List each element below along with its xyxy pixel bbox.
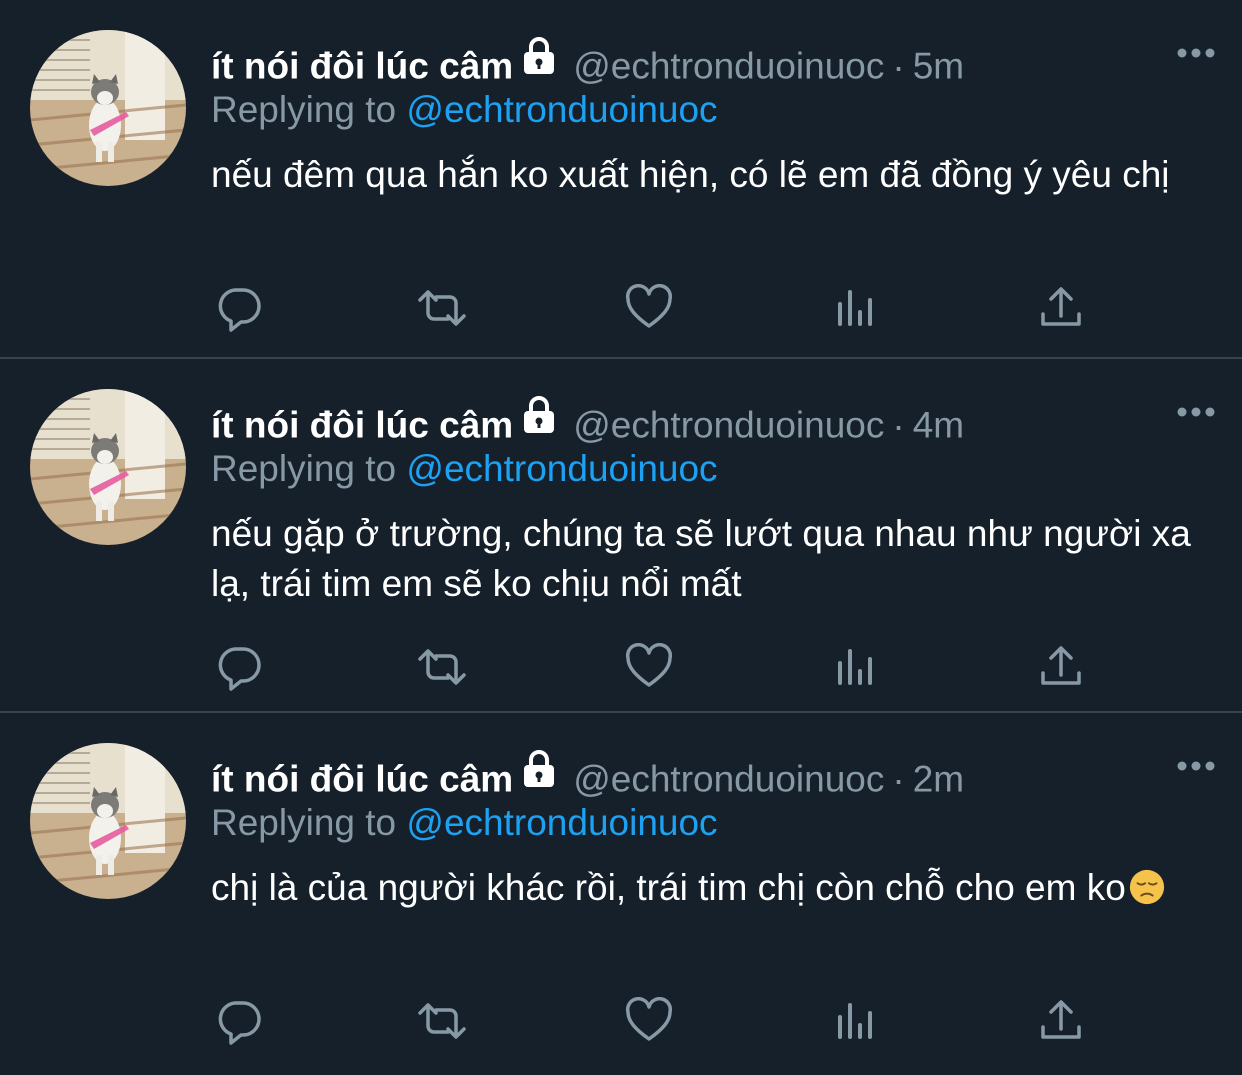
tweet-actions (211, 993, 1091, 1049)
retweet-icon[interactable] (414, 280, 470, 336)
share-icon[interactable] (1033, 639, 1089, 695)
separator: · (892, 45, 905, 87)
tweet-text: nếu gặp ở trường, chúng ta sẽ lướt qua n… (211, 513, 1191, 604)
timestamp[interactable]: 5m (913, 46, 964, 87)
tweet-text-content: chị là của người khác rồi, trái tim chị … (211, 867, 1126, 908)
replying-label: Replying to (211, 89, 397, 130)
tweet-header: ít nói đôi lúc câm @echtronduoinuoc · 4m (211, 395, 964, 446)
tweet[interactable]: ít nói đôi lúc câm @echtronduoinuoc · 5m Re… (0, 0, 1242, 359)
username[interactable]: @echtronduoinuoc (573, 405, 884, 446)
replying-label: Replying to (211, 448, 397, 489)
display-name[interactable]: ít nói đôi lúc câm (211, 405, 513, 446)
tweet-header: ít nói đôi lúc câm @echtronduoinuoc · 2m (211, 749, 964, 800)
reply-icon[interactable] (211, 280, 267, 336)
username[interactable]: @echtronduoinuoc (573, 759, 884, 800)
more-icon[interactable] (1176, 405, 1216, 423)
username[interactable]: @echtronduoinuoc (573, 46, 884, 87)
retweet-icon[interactable] (414, 639, 470, 695)
reply-icon[interactable] (211, 993, 267, 1049)
separator: · (892, 404, 905, 446)
reply-icon[interactable] (211, 639, 267, 695)
heart-icon[interactable] (621, 280, 677, 336)
replying-to: Replying to @echtronduoinuoc (211, 445, 718, 493)
replying-to: Replying to @echtronduoinuoc (211, 799, 718, 847)
timestamp[interactable]: 2m (913, 759, 964, 800)
separator: · (892, 758, 905, 800)
heart-icon[interactable] (621, 993, 677, 1049)
tweet-actions (211, 280, 1091, 336)
analytics-icon[interactable] (828, 993, 884, 1049)
mention-link[interactable]: @echtronduoinuoc (406, 802, 717, 843)
tweet-text: chị là của người khác rồi, trái tim chị … (211, 863, 1211, 919)
display-name[interactable]: ít nói đôi lúc câm (211, 46, 513, 87)
avatar[interactable] (30, 389, 186, 545)
analytics-icon[interactable] (828, 280, 884, 336)
more-icon[interactable] (1176, 46, 1216, 64)
heart-icon[interactable] (621, 639, 677, 695)
avatar[interactable] (30, 743, 186, 899)
share-icon[interactable] (1033, 280, 1089, 336)
tweet-actions (211, 639, 1091, 695)
mention-link[interactable]: @echtronduoinuoc (406, 89, 717, 130)
tweet-text: nếu đêm qua hắn ko xuất hiện, có lẽ em đ… (211, 154, 1170, 195)
avatar[interactable] (30, 30, 186, 186)
display-name[interactable]: ít nói đôi lúc câm (211, 759, 513, 800)
analytics-icon[interactable] (828, 639, 884, 695)
mention-link[interactable]: @echtronduoinuoc (406, 448, 717, 489)
disappointed-face-icon (1128, 868, 1166, 919)
tweet-header: ít nói đôi lúc câm @echtronduoinuoc · 5m (211, 36, 964, 87)
retweet-icon[interactable] (414, 993, 470, 1049)
replying-label: Replying to (211, 802, 397, 843)
replying-to: Replying to @echtronduoinuoc (211, 86, 718, 134)
tweet[interactable]: ít nói đôi lúc câm @echtronduoinuoc · 2m Re… (0, 713, 1242, 1075)
share-icon[interactable] (1033, 993, 1089, 1049)
more-icon[interactable] (1176, 759, 1216, 777)
timestamp[interactable]: 4m (913, 405, 964, 446)
tweet[interactable]: ít nói đôi lúc câm @echtronduoinuoc · 4m Re… (0, 359, 1242, 713)
